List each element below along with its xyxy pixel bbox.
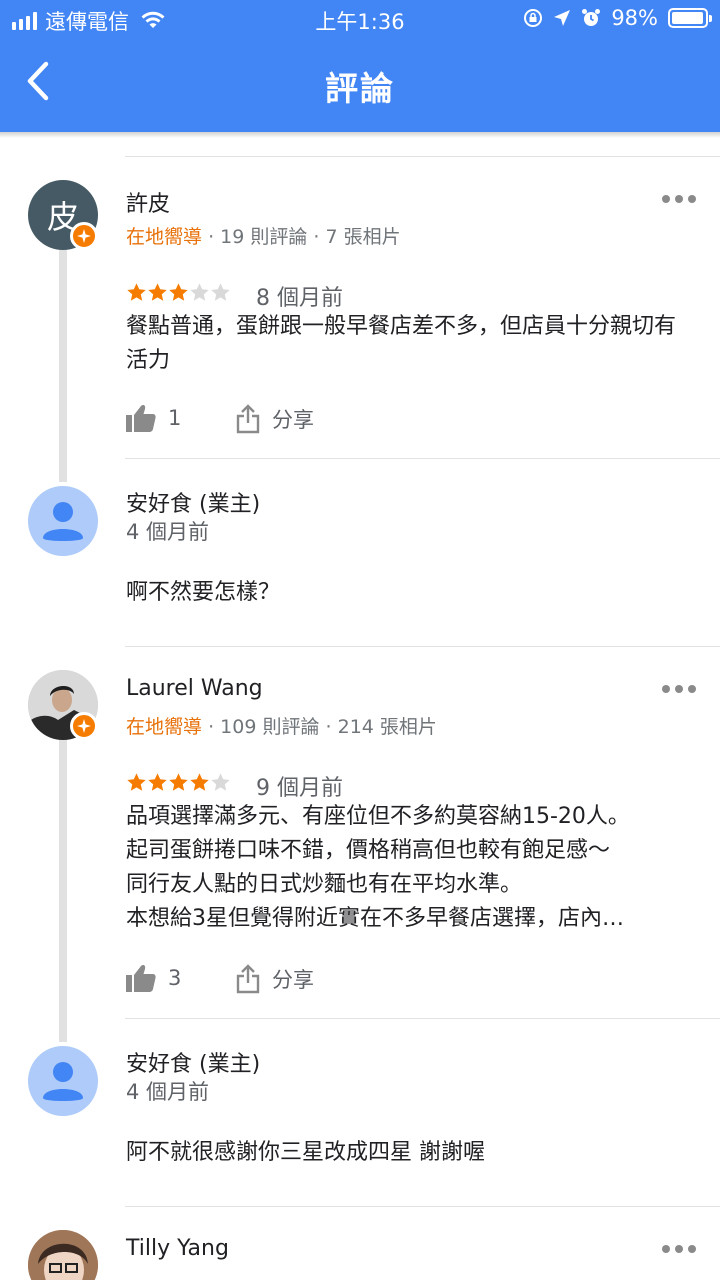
star-filled-icon xyxy=(190,773,209,791)
review-count: 19 則評論 xyxy=(220,226,308,248)
owner-name: 安好食 (業主) xyxy=(126,492,261,517)
more-options-button[interactable] xyxy=(662,682,696,696)
review-date: 9 個月前 xyxy=(256,776,343,801)
review-text-line: 同行友人點的日式炒麵也有在平均水準。 xyxy=(126,872,523,897)
rotation-lock-icon xyxy=(524,9,543,27)
star-filled-icon xyxy=(127,283,146,301)
thumbs-up-icon xyxy=(126,965,156,992)
star-rating xyxy=(126,282,231,303)
star-empty-icon xyxy=(211,283,230,301)
separator: · xyxy=(208,716,221,738)
page-title: 評論 xyxy=(325,69,395,108)
like-button[interactable]: 1 xyxy=(126,404,181,432)
local-guide-badge-icon xyxy=(70,222,98,250)
reviewer-meta: 在地嚮導 · 19 則評論 · 7 張相片 xyxy=(126,222,401,249)
review-text-line: 本想給3星但覺得附近實在不多早餐店選擇，店內… xyxy=(126,906,624,931)
star-filled-icon xyxy=(169,283,188,301)
star-empty-icon xyxy=(190,283,209,301)
divider xyxy=(125,156,720,157)
person-icon xyxy=(43,1062,83,1101)
share-label: 分享 xyxy=(272,408,314,432)
review-text-line: 品項選擇滿多元、有座位但不多約莫容納15-20人。 xyxy=(126,804,630,829)
owner-name: 安好食 (業主) xyxy=(126,1052,261,1077)
more-options-button[interactable] xyxy=(662,192,696,206)
thumbs-up-icon xyxy=(126,405,156,432)
owner-avatar xyxy=(28,1046,98,1116)
reviewer-name[interactable]: Tilly Yang xyxy=(126,1236,229,1261)
separator: · xyxy=(313,226,326,248)
divider xyxy=(125,646,720,647)
like-button[interactable]: 3 xyxy=(126,964,181,992)
divider xyxy=(125,1206,720,1207)
photo-count: 7 張相片 xyxy=(325,226,401,248)
alarm-icon xyxy=(582,9,601,26)
app-header: 評論 xyxy=(0,38,720,132)
reply-date: 4 個月前 xyxy=(126,1080,210,1104)
location-arrow-icon xyxy=(554,10,571,26)
star-filled-icon xyxy=(148,283,167,301)
separator: · xyxy=(208,226,221,248)
reply-thread-line xyxy=(59,250,67,482)
avatar[interactable] xyxy=(28,1230,98,1280)
local-guide-label: 在地嚮導 xyxy=(126,226,203,248)
review-text: 餐點普通，蛋餅跟一般早餐店差不多，但店員十分親切有活力 xyxy=(126,314,677,373)
reply-thread-line xyxy=(59,740,67,1042)
person-icon xyxy=(43,502,83,541)
star-rating xyxy=(126,772,231,793)
star-filled-icon xyxy=(169,773,188,791)
star-empty-icon xyxy=(211,773,230,791)
review-count: 109 則評論 xyxy=(220,716,320,738)
local-guide-badge-icon xyxy=(70,712,98,740)
owner-avatar xyxy=(28,486,98,556)
battery-percent: 98% xyxy=(611,6,658,30)
divider xyxy=(125,1018,720,1019)
reply-date: 4 個月前 xyxy=(126,520,210,544)
reviewer-meta: 在地嚮導 · 109 則評論 · 214 張相片 xyxy=(126,712,437,739)
profile-photo xyxy=(28,1230,98,1280)
share-button[interactable]: 分享 xyxy=(236,964,314,994)
reply-text: 阿不就很感謝你三星改成四星 謝謝喔 xyxy=(126,1140,485,1165)
battery-icon xyxy=(668,8,712,28)
share-label: 分享 xyxy=(272,968,314,992)
like-count: 1 xyxy=(168,406,182,430)
header-shadow xyxy=(0,132,720,138)
star-filled-icon xyxy=(148,773,167,791)
divider xyxy=(125,458,720,459)
share-icon xyxy=(236,964,260,994)
star-filled-icon xyxy=(127,773,146,791)
more-options-button[interactable] xyxy=(662,1242,696,1256)
reply-text: 啊不然要怎樣？ xyxy=(126,580,281,605)
like-count: 3 xyxy=(168,966,182,990)
review-text-line: 起司蛋餅捲口味不錯，價格稍高但也較有飽足感～ xyxy=(126,838,611,863)
local-guide-label: 在地嚮導 xyxy=(126,716,203,738)
photo-count: 214 張相片 xyxy=(337,716,437,738)
review-text[interactable]: 品項選擇滿多元、有座位但不多約莫容納15-20人。 起司蛋餅捲口味不錯，價格稍高… xyxy=(126,800,696,936)
separator: · xyxy=(325,716,338,738)
reviewer-name[interactable]: 許皮 xyxy=(126,186,170,218)
share-icon xyxy=(236,404,260,434)
top-bar: 遠傳電信 上午1:36 98% 評論 xyxy=(0,0,720,132)
share-button[interactable]: 分享 xyxy=(236,404,314,434)
review-date: 8 個月前 xyxy=(256,286,343,311)
reviewer-name[interactable]: Laurel Wang xyxy=(126,676,263,701)
status-bar: 遠傳電信 上午1:36 98% xyxy=(0,0,720,38)
